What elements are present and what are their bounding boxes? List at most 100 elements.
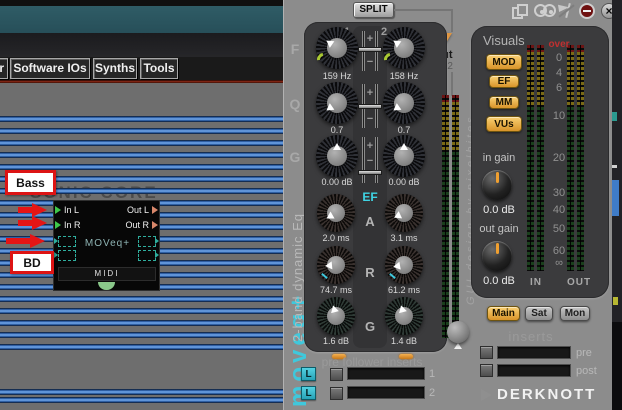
- pre-insert-button[interactable]: [480, 346, 493, 359]
- follower-l-button-1[interactable]: L: [301, 367, 316, 381]
- midi-connector-icon[interactable]: [98, 282, 115, 290]
- minus-sign: −: [354, 56, 386, 68]
- pre-insert-label: pre: [576, 347, 592, 359]
- meter-scale-50: 50: [545, 223, 573, 235]
- plus-sign: +: [354, 33, 386, 45]
- freq-row-label: F: [288, 41, 302, 57]
- cable[interactable]: [0, 152, 283, 158]
- freq-knob-band1[interactable]: [316, 27, 358, 69]
- in-gain-value: 0.0 dB: [475, 204, 523, 216]
- output-port-icon[interactable]: [152, 206, 158, 214]
- release-knob-band2[interactable]: [385, 246, 423, 284]
- module-row-inr[interactable]: In R Out R: [54, 218, 159, 232]
- morph-handle-freq[interactable]: [358, 47, 382, 52]
- sat-button[interactable]: Sat: [525, 306, 553, 321]
- meter-scale-30: 30: [545, 187, 573, 199]
- mod-button[interactable]: MOD: [486, 54, 522, 70]
- input-port-icon[interactable]: [55, 221, 61, 229]
- strip-yellow-mark: [613, 297, 618, 305]
- mm-button[interactable]: MM: [489, 96, 519, 109]
- meter-knob-pointer: [454, 343, 462, 349]
- sidechain-port-marker[interactable]: [58, 250, 76, 261]
- plus-sign: +: [354, 87, 386, 99]
- dyn-gain-value-band1: 1.6 dB: [306, 336, 366, 346]
- cable[interactable]: [0, 140, 283, 146]
- cable[interactable]: [0, 116, 283, 122]
- background-window-strip: [612, 0, 622, 410]
- morph-handle-gain[interactable]: [358, 170, 382, 175]
- ef-button[interactable]: EF: [489, 75, 519, 88]
- in-gain-knob[interactable]: [482, 170, 512, 200]
- developer-logo: DERKNOTT: [497, 386, 596, 403]
- main-button[interactable]: Main: [487, 306, 520, 321]
- release-knob-band1[interactable]: [317, 246, 355, 284]
- follower-insert-button-1[interactable]: [330, 368, 343, 381]
- routing-line: [451, 72, 453, 96]
- cable[interactable]: [0, 397, 283, 403]
- tab-software-ios[interactable]: Software IOs: [10, 58, 90, 79]
- ef-gain-row-label: G: [358, 319, 382, 334]
- mon-button[interactable]: Mon: [560, 306, 590, 321]
- attack-knob-band2[interactable]: [385, 194, 423, 232]
- midi-port[interactable]: MIDI: [58, 267, 156, 281]
- follower-insert-field-1[interactable]: [347, 367, 425, 380]
- strip-black-section: [612, 322, 622, 410]
- ef-meter-band2: [452, 95, 459, 338]
- vus-button[interactable]: VUs: [486, 116, 522, 132]
- tab-partial[interactable]: r: [0, 58, 8, 79]
- module-row-inl[interactable]: In L Out L: [54, 203, 159, 217]
- follower-l-button-2[interactable]: L: [301, 386, 316, 400]
- sidechain-port-marker[interactable]: [138, 250, 156, 261]
- q-knob-band2[interactable]: [383, 82, 425, 124]
- cable[interactable]: [0, 296, 283, 302]
- meter-scale-knob[interactable]: [447, 321, 469, 343]
- cable[interactable]: [0, 344, 283, 350]
- split-button[interactable]: SPLIT: [353, 2, 394, 18]
- tab-tools[interactable]: Tools: [140, 58, 178, 79]
- pre-insert-field[interactable]: [497, 346, 571, 359]
- moveq-plugin-window: × SPLIT out 1&2 moveq+ 2-band dynamic Eq…: [283, 0, 612, 410]
- post-insert-field[interactable]: [497, 364, 571, 377]
- bd-callout: BD: [10, 251, 54, 274]
- post-insert-button[interactable]: [480, 364, 493, 377]
- cable[interactable]: [0, 389, 283, 395]
- output-port-icon[interactable]: [152, 221, 158, 229]
- minimize-button[interactable]: [579, 3, 595, 19]
- presets-icon[interactable]: [512, 4, 530, 20]
- routing-canvas[interactable]: SONIC CORE In L Out L In R Out R: [0, 83, 283, 410]
- release-row-label: R: [358, 265, 382, 280]
- gain-knob-band1[interactable]: [316, 135, 358, 177]
- routing-window: r Software IOs Synths Tools SONIC CORE I…: [0, 0, 283, 410]
- vu-meter-in-r: [537, 45, 544, 271]
- input-port-icon[interactable]: [55, 206, 61, 214]
- cable[interactable]: [0, 332, 283, 338]
- dyn-gain-knob-band2[interactable]: [385, 297, 423, 335]
- gain-value-band2: 0.00 dB: [374, 177, 434, 187]
- morph-handle-q[interactable]: [358, 104, 382, 109]
- link-circles-icon[interactable]: [534, 4, 558, 19]
- dyn-gain-knob-band1[interactable]: [317, 297, 355, 335]
- follower-insert-field-2[interactable]: [347, 386, 425, 399]
- cable[interactable]: [0, 128, 283, 134]
- meter-scale-4: 4: [545, 67, 573, 79]
- follower-row2-number: 2: [429, 387, 435, 399]
- mute-flag-icon[interactable]: [558, 2, 576, 20]
- moveq-module[interactable]: In L Out L In R Out R MOVeq+: [53, 200, 160, 291]
- out-gain-knob[interactable]: [482, 241, 512, 271]
- freq-knob-band2[interactable]: [383, 27, 425, 69]
- cable[interactable]: [0, 320, 283, 326]
- strip-white-mark: [612, 165, 617, 168]
- gain-knob-band2[interactable]: [383, 135, 425, 177]
- follower-insert-button-2[interactable]: [330, 387, 343, 400]
- cable[interactable]: [0, 308, 283, 314]
- annotation-arrow-head: [32, 203, 47, 217]
- meter-over-label: over: [545, 39, 573, 50]
- port-arrow-icon: [54, 238, 58, 244]
- tab-synths[interactable]: Synths: [93, 58, 137, 79]
- attack-knob-band1[interactable]: [317, 194, 355, 232]
- q-knob-band1[interactable]: [316, 82, 358, 124]
- module-name: MOVeq+: [64, 238, 151, 249]
- meter-scale-40: 40: [545, 204, 573, 216]
- strip-blue-bar: [612, 180, 619, 216]
- annotation-arrow: [6, 238, 32, 244]
